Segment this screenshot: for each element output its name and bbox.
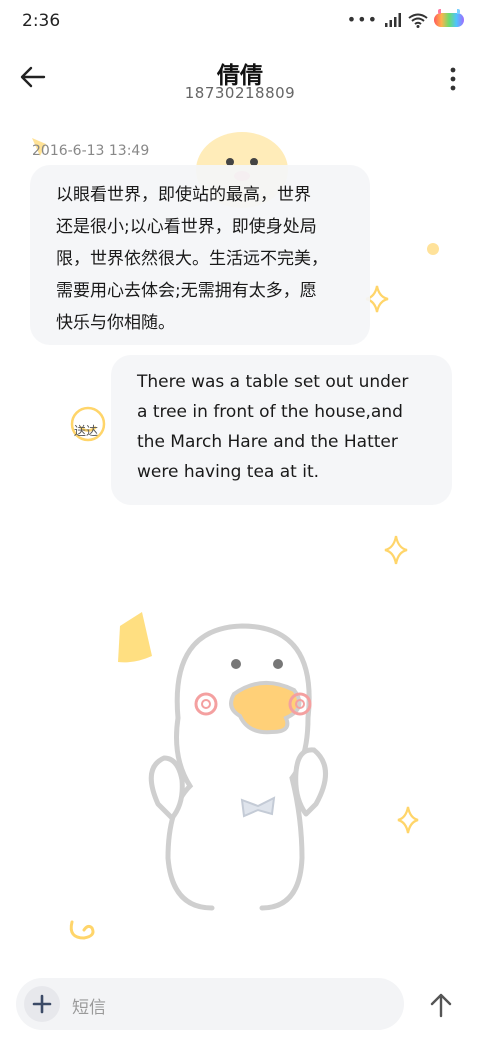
more-options-button[interactable] [446,66,460,92]
dot-decoration [427,243,439,255]
message-line: the March Hare and the Hatter [137,432,398,452]
swirl-decoration [69,920,95,940]
battery-icon [434,9,464,27]
signal-icon [385,13,401,27]
message-line: 快乐与你相随。 [56,313,175,333]
contact-phone: 18730218809 [184,84,296,102]
message-line: 还是很小;以心看世界，即使身处局 [56,217,317,237]
add-attachment-button[interactable] [24,986,60,1022]
message-line: There was a table set out under [137,372,409,392]
message-line: a tree in front of the house,and [137,402,403,422]
status-time: 2:36 [22,11,61,31]
conversation-header: 倩倩 18730218809 [0,50,480,114]
delivery-status: 送达 [74,424,99,438]
more-notifications-icon: ••• [346,10,378,29]
send-button[interactable] [426,990,456,1020]
star-decoration [384,535,408,565]
incoming-message-bubble[interactable]: 以眼看世界，即使站的最高，世界 还是很小;以心看世界，即使身处局 限，世界依然很… [30,165,370,345]
message-input-bar[interactable]: 短信 [16,978,404,1030]
star-decoration [397,806,419,834]
status-icons: ••• [346,9,464,29]
message-timestamp: 2016-6-13 13:49 [32,143,150,159]
message-line: 以眼看世界，即使站的最高，世界 [56,185,311,205]
message-input[interactable]: 短信 [72,993,106,1018]
message-line: 需要用心去体会;无需拥有太多，愿 [56,281,317,301]
message-line: 限，世界依然很大。生活远不完美， [56,249,328,269]
wifi-icon [408,13,428,28]
message-line: were having tea at it. [137,462,320,482]
outgoing-message-bubble[interactable]: There was a table set out under a tree i… [111,355,452,505]
plus-icon [32,994,52,1014]
status-bar: 2:36 ••• [0,0,480,44]
duck-illustration [118,612,328,911]
